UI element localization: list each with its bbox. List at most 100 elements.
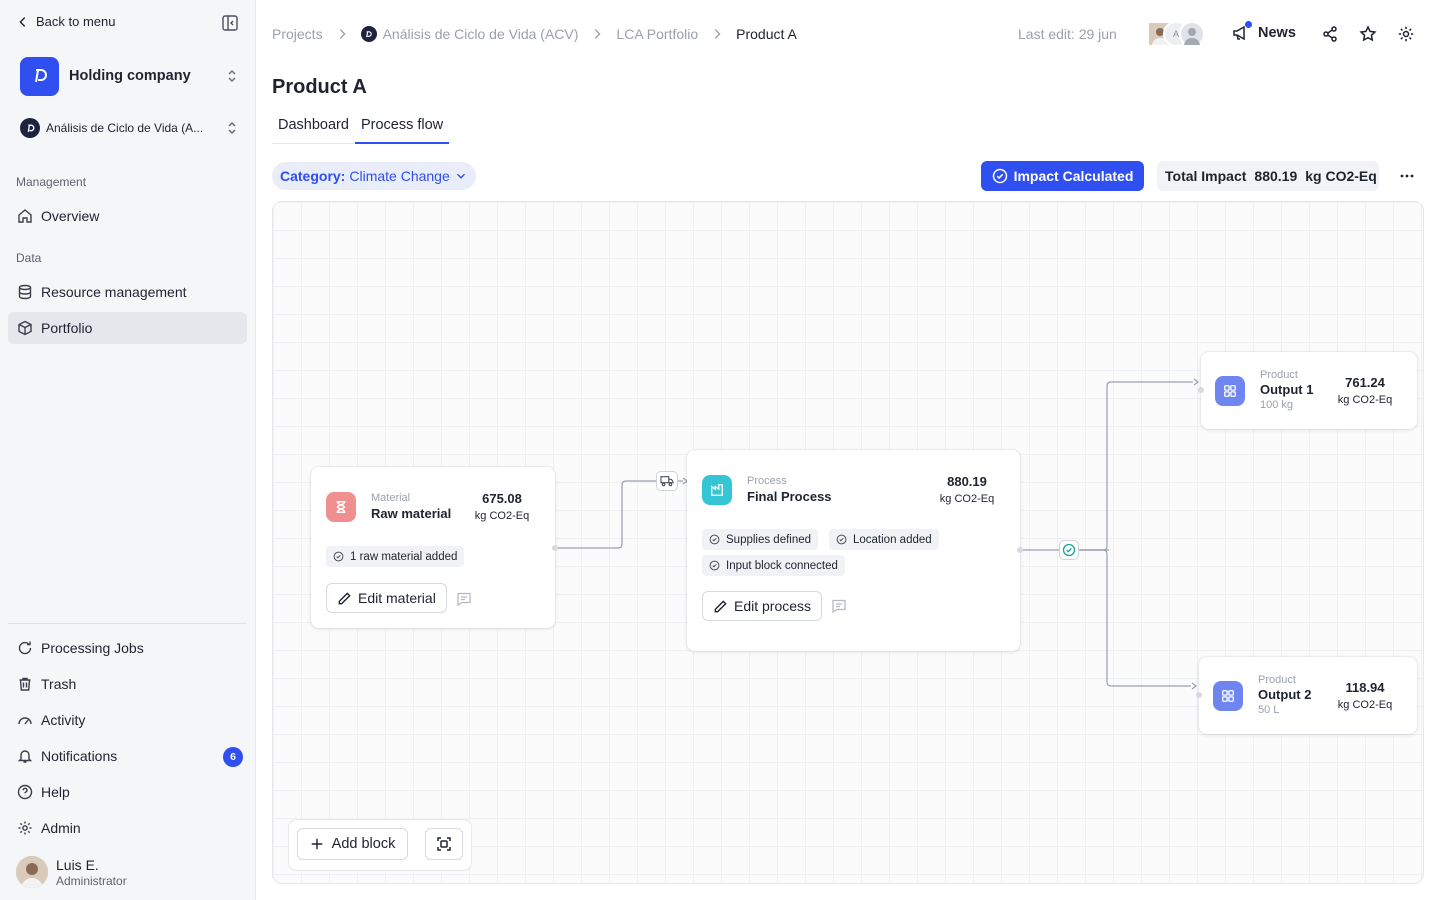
node-title: Output 2 — [1258, 687, 1312, 702]
sidebar-item-notifications[interactable]: Notifications 6 — [8, 740, 247, 772]
sidebar-item-help[interactable]: Help — [8, 776, 247, 808]
section-label-management: Management — [16, 175, 87, 189]
category-value: Climate Change — [349, 168, 450, 184]
total-impact-label: Total Impact — [1165, 168, 1247, 184]
refresh-icon — [18, 641, 32, 655]
breadcrumb-projects[interactable]: Projects — [272, 26, 323, 42]
sidebar-item-label: Admin — [41, 820, 81, 836]
comment-icon[interactable] — [831, 598, 847, 614]
breadcrumb-portfolio[interactable]: LCA Portfolio — [616, 26, 698, 42]
edit-button-label: Edit material — [358, 590, 436, 606]
sidebar-item-trash[interactable]: Trash — [8, 668, 247, 700]
breadcrumb-project[interactable]: Análisis de Ciclo de Vida (ACV) — [383, 26, 579, 42]
status-chip: Location added — [829, 529, 939, 550]
sidebar-item-overview[interactable]: Overview — [8, 200, 247, 232]
node-type-label: Material — [371, 492, 411, 504]
output-handle[interactable] — [552, 545, 558, 551]
help-circle-icon — [17, 784, 33, 800]
user-name: Luis E. — [56, 856, 99, 873]
add-block-button[interactable]: Add block — [297, 828, 408, 860]
org-name: Holding company — [69, 68, 191, 84]
sidebar-item-activity[interactable]: Activity — [8, 704, 247, 736]
check-circle-icon — [709, 534, 720, 545]
project-switcher[interactable]: Análisis de Ciclo de Vida (A... — [20, 117, 240, 139]
project-logo-icon — [20, 118, 40, 138]
node-impact-value: 880.19 — [947, 474, 987, 489]
node-title: Output 1 — [1260, 382, 1314, 397]
breadcrumb-current: Product A — [736, 26, 797, 42]
check-circle-icon — [836, 534, 847, 545]
more-options-icon[interactable] — [1398, 167, 1416, 185]
chip-label: Supplies defined — [726, 533, 812, 546]
node-impact-unit: kg CO2-Eq — [1337, 394, 1393, 406]
focus-frame-icon — [437, 837, 451, 851]
sidebar-item-label: Activity — [41, 712, 86, 728]
add-block-label: Add block — [331, 836, 396, 852]
node-impact-unit: kg CO2-Eq — [939, 493, 995, 505]
input-handle[interactable] — [1196, 692, 1202, 698]
output-handle[interactable] — [1017, 547, 1023, 553]
node-impact-unit: kg CO2-Eq — [1337, 699, 1393, 711]
trash-icon — [19, 677, 31, 691]
share-icon[interactable] — [1321, 25, 1339, 43]
total-impact-summary: Total Impact 880.19 kg CO2-Eq — [1157, 161, 1379, 191]
process-node[interactable]: Process Final Process 880.19 kg CO2-Eq S… — [687, 450, 1023, 651]
avatar — [1179, 21, 1205, 47]
collaborator-avatars[interactable]: A — [1147, 21, 1205, 47]
chevron-right-icon — [595, 29, 601, 39]
sidebar-item-label: Trash — [41, 676, 77, 692]
news-button[interactable]: News — [1232, 21, 1296, 42]
sidebar-item-processing-jobs[interactable]: Processing Jobs — [8, 632, 247, 664]
star-icon[interactable] — [1359, 25, 1377, 43]
transport-truck-icon[interactable] — [656, 471, 678, 491]
back-to-menu-link[interactable]: Back to menu — [16, 14, 116, 29]
user-profile[interactable]: Luis E. Administrator — [16, 856, 127, 888]
category-dropdown[interactable]: Category: Climate Change — [272, 162, 476, 190]
edit-process-button[interactable]: Edit process — [702, 591, 823, 621]
sidebar-item-label: Overview — [41, 208, 100, 224]
comment-icon[interactable] — [456, 591, 472, 607]
product-node-output-1[interactable]: Product Output 1 100 kg 761.24 kg CO2-Eq — [1198, 352, 1417, 429]
home-icon — [18, 209, 32, 223]
breadcrumb: Projects Análisis de Ciclo de Vida (ACV)… — [272, 24, 797, 44]
chevron-updown-icon — [228, 69, 236, 83]
chip-label: 1 raw material added — [350, 550, 458, 563]
product-node-output-2[interactable]: Product Output 2 50 L 118.94 kg CO2-Eq — [1196, 657, 1417, 734]
fit-view-button[interactable] — [425, 828, 463, 860]
gear-icon — [18, 821, 32, 835]
node-impact-value: 118.94 — [1345, 680, 1385, 695]
chip-label: Input block connected — [726, 559, 838, 572]
impact-calculated-button[interactable]: Impact Calculated — [981, 161, 1144, 191]
org-logo-icon — [20, 56, 59, 96]
hourglass-icon — [326, 492, 356, 522]
split-check-icon[interactable] — [1059, 540, 1079, 560]
canvas-toolbar: Add block — [289, 820, 471, 870]
process-flow-canvas[interactable]: Material Raw material 675.08 kg CO2-Eq 1… — [272, 201, 1424, 884]
sidebar-item-portfolio[interactable]: Portfolio — [8, 312, 247, 344]
tab-dashboard[interactable]: Dashboard — [272, 114, 355, 144]
sidebar-collapse-icon[interactable] — [221, 14, 241, 34]
org-switcher[interactable]: Holding company — [20, 56, 240, 96]
sidebar-item-admin[interactable]: Admin — [8, 812, 247, 844]
node-impact-value: 675.08 — [482, 491, 522, 506]
project-logo-icon — [360, 26, 377, 42]
settings-gear-icon[interactable] — [1397, 25, 1415, 43]
total-impact-value: 880.19 — [1254, 168, 1298, 184]
node-type-label: Product — [1260, 369, 1298, 381]
node-impact-unit: kg CO2-Eq — [474, 510, 530, 522]
sidebar-item-resource-management[interactable]: Resource management — [8, 276, 247, 308]
avatar — [16, 856, 48, 888]
grid-icon — [1215, 376, 1245, 406]
status-chip: Supplies defined — [702, 529, 819, 550]
total-impact-unit: kg CO2-Eq — [1305, 168, 1377, 184]
sidebar: Back to menu Holding company Análisis de… — [0, 0, 256, 900]
edit-material-button[interactable]: Edit material — [326, 583, 447, 613]
material-node[interactable]: Material Raw material 675.08 kg CO2-Eq 1… — [311, 467, 558, 628]
node-quantity: 50 L — [1258, 704, 1280, 716]
node-impact-value: 761.24 — [1345, 375, 1385, 390]
bell-icon — [17, 750, 33, 763]
tab-process-flow[interactable]: Process flow — [354, 114, 450, 144]
page-title: Product A — [272, 76, 367, 98]
sidebar-item-label: Notifications — [41, 748, 118, 764]
input-handle[interactable] — [1198, 387, 1204, 393]
